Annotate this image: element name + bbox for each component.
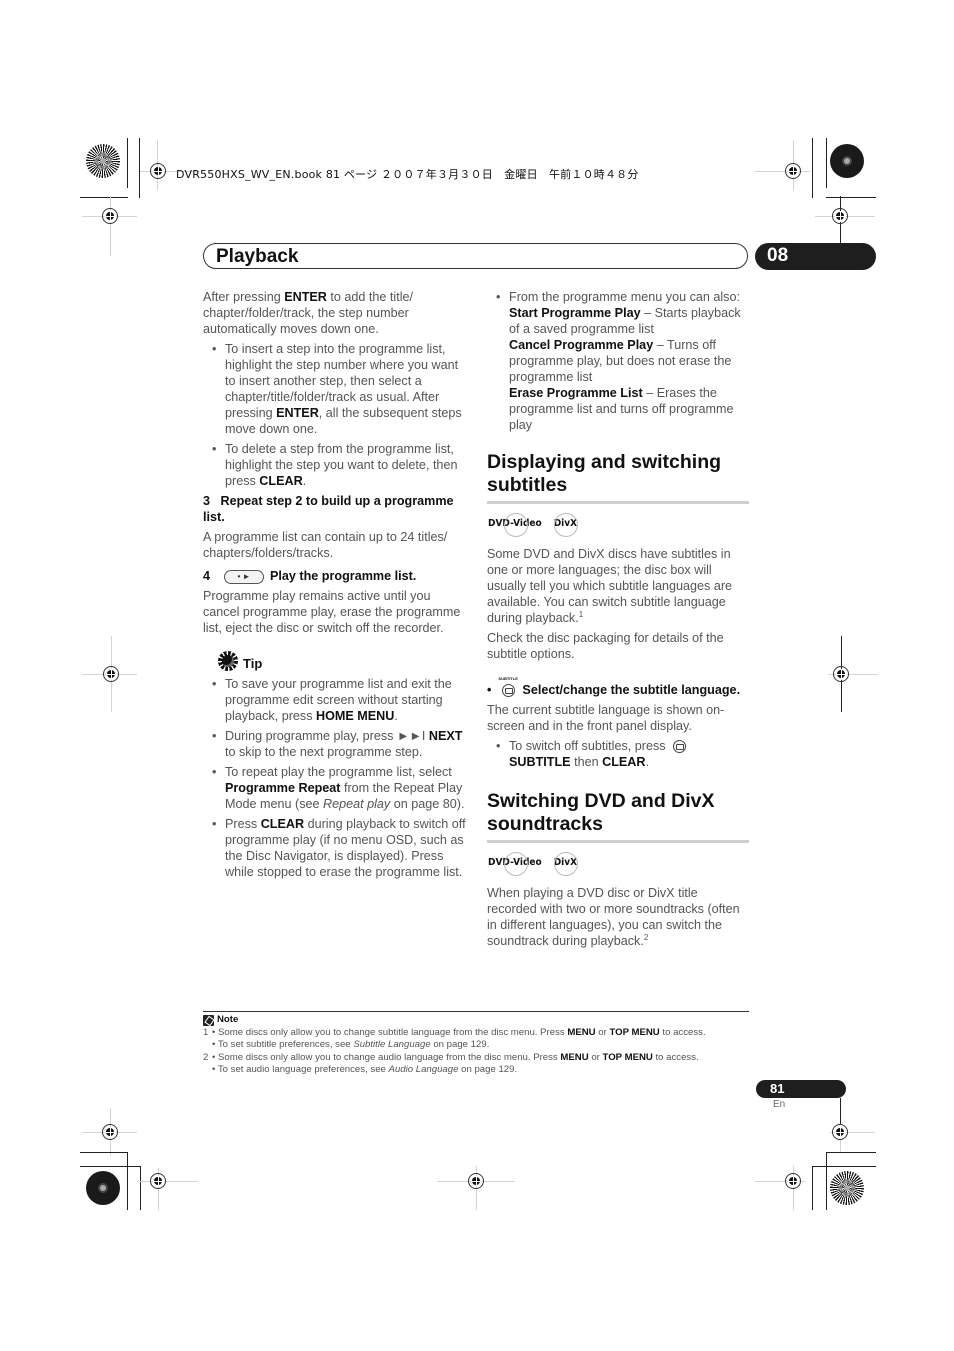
intro-paragraph: After pressing ENTER to add the title/ c…: [203, 290, 414, 336]
crop-line: [812, 1166, 813, 1210]
print-header: DVR550HXS_WV_EN.book 81 ページ ２００７年３月３０日 金…: [176, 168, 639, 181]
note-header: Note: [203, 1014, 749, 1027]
pencil-note-icon: [203, 1014, 214, 1026]
dvd-video-badge: DVD-Video: [487, 513, 543, 537]
crop-line: [812, 138, 813, 198]
crop-line: [80, 1166, 141, 1167]
registration-target-icon: [102, 1124, 118, 1140]
registration-target-icon: [468, 1173, 484, 1189]
registration-target-icon: [150, 1173, 166, 1189]
step-4-title: 4 • ► Play the programme list.: [203, 569, 417, 584]
divx-badge: DivX: [553, 513, 579, 537]
menu-options-item: From the programme menu you can also: St…: [487, 289, 749, 433]
crop-line: [840, 1140, 841, 1152]
crop-line: [80, 197, 128, 198]
registration-target-icon: [785, 1173, 801, 1189]
section-heading: Displaying and switching subtitles: [487, 451, 749, 504]
tip-label: Tip: [243, 656, 263, 671]
registration-target-icon: [103, 666, 119, 682]
crop-line: [755, 171, 810, 172]
chapter-number-badge: 08: [755, 243, 876, 270]
list-item: To switch off subtitles, press SUBTITLE …: [487, 738, 749, 770]
section-heading: Switching DVD and DivX soundtracks: [487, 790, 749, 843]
divx-badge: DivX: [553, 852, 579, 876]
chapter-title: Playback: [216, 246, 299, 267]
body-paragraph: Check the disc packaging for details of …: [487, 631, 724, 661]
registration-target-icon: [102, 208, 118, 224]
crop-line: [826, 1152, 876, 1153]
chapter-header: Playback: [203, 243, 748, 269]
crop-line: [840, 1098, 841, 1124]
crop-line: [826, 138, 827, 188]
lightbulb-icon: [217, 650, 239, 672]
crop-line: [826, 1152, 827, 1210]
registration-target-icon: [150, 163, 166, 179]
registration-target-icon: [832, 208, 848, 224]
page-language: En: [773, 1099, 786, 1110]
body-paragraph: When playing a DVD disc or DivX title re…: [487, 886, 740, 948]
body-paragraph: The current subtitle language is shown o…: [487, 703, 725, 733]
crop-line: [127, 1152, 128, 1210]
dvd-video-badge: DVD-Video: [487, 852, 543, 876]
tip-item: During programme play, press ►►I NEXT to…: [203, 728, 468, 760]
registration-target-icon: [833, 666, 849, 682]
crop-line: [140, 1181, 198, 1182]
disc-type-badges: DVD-Video DivX: [487, 513, 749, 537]
registration-target-icon: [785, 163, 801, 179]
tip-item: Press CLEAR during playback to switch of…: [203, 816, 468, 880]
crop-line: [826, 197, 876, 198]
crop-line: [127, 138, 128, 188]
body-paragraph: Some DVD and DivX discs have subtitles i…: [487, 547, 733, 625]
step-4-body: Programme play remains active until you …: [203, 589, 461, 635]
subtitle-button-icon: [673, 740, 687, 754]
tip-header: Tip: [217, 650, 468, 672]
tip-item: To repeat play the programme list, selec…: [203, 764, 468, 812]
chapter-number: 08: [767, 245, 789, 266]
registration-disc-icon: [86, 144, 120, 178]
footnote-item: 1 • Some discs only allow you to change …: [203, 1026, 706, 1051]
tip-item: To save your programme list and exit the…: [203, 676, 468, 724]
registration-disc-icon: [86, 1171, 120, 1205]
registration-disc-icon: [830, 1171, 864, 1205]
left-column: After pressing ENTER to add the title/ c…: [203, 289, 468, 884]
disc-type-badges: DVD-Video DivX: [487, 852, 749, 876]
registration-target-icon: [832, 1124, 848, 1140]
step-3-title: 3 Repeat step 2 to build up a programme …: [203, 494, 454, 524]
list-item: To insert a step into the programme list…: [203, 341, 468, 437]
crop-line: [140, 1166, 141, 1210]
footnotes: Note 1 • Some discs only allow you to ch…: [203, 1011, 749, 1077]
play-button-icon: • ►: [224, 569, 265, 584]
crop-line: [812, 1166, 876, 1167]
footnote-item: 2 • Some discs only allow you to change …: [203, 1051, 699, 1076]
page-number-badge: 81: [756, 1080, 846, 1098]
subtitle-action-title: • SUBTITLE Select/change the subtitle lan…: [487, 676, 741, 698]
list-item: To delete a step from the programme list…: [203, 441, 468, 489]
subtitle-button-icon: [502, 684, 516, 698]
page-number: 81: [770, 1081, 785, 1096]
crop-line: [110, 196, 111, 256]
crop-line: [80, 1152, 127, 1153]
crop-line: [139, 138, 140, 198]
right-column: From the programme menu you can also: St…: [487, 289, 749, 953]
registration-disc-icon: [830, 144, 864, 178]
step-3-body: A programme list can contain up to 24 ti…: [203, 530, 448, 560]
